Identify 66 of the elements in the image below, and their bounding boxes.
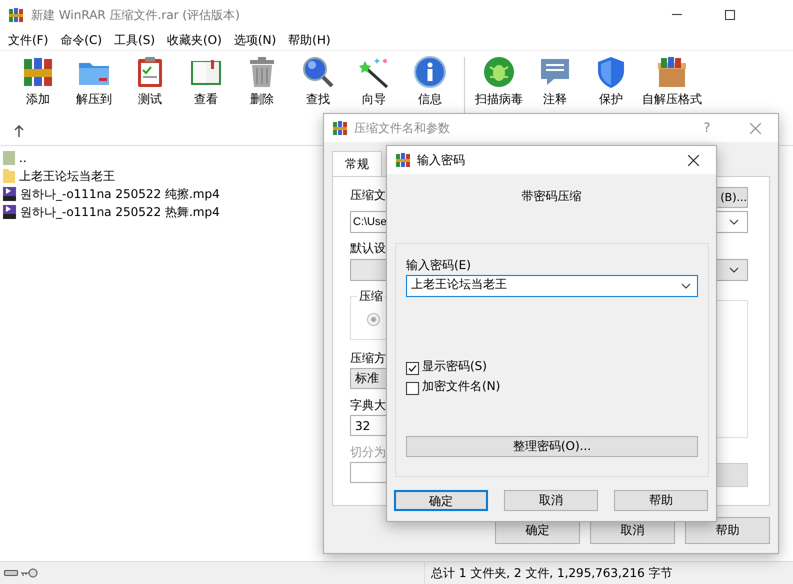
close-icon bbox=[750, 122, 760, 134]
help-button[interactable]: ? bbox=[688, 120, 726, 136]
dialog-title: 压缩文件名和参数 bbox=[354, 120, 451, 136]
menu-item[interactable]: 收藏夹(O) bbox=[161, 32, 228, 48]
tab[interactable]: 常规 bbox=[332, 151, 382, 176]
toolbar-button[interactable]: 查看 bbox=[178, 51, 234, 108]
folder-up-icon bbox=[2, 150, 16, 166]
app-logo-icon bbox=[332, 120, 348, 136]
bug-icon bbox=[482, 55, 516, 89]
minimize-icon bbox=[672, 14, 682, 16]
menu-item[interactable]: 文件(F) bbox=[2, 32, 54, 48]
dialog-button[interactable]: 取消 bbox=[504, 490, 598, 511]
radio-button[interactable] bbox=[367, 313, 380, 326]
checkbox[interactable] bbox=[406, 362, 419, 374]
toolbar-button[interactable]: 信息 bbox=[402, 51, 458, 108]
checkbox[interactable] bbox=[406, 382, 419, 394]
search-icon bbox=[301, 55, 335, 89]
dialog-heading: 带密码压缩 bbox=[522, 188, 582, 205]
field-label: 字典大 bbox=[350, 397, 386, 413]
info-icon bbox=[413, 55, 447, 89]
field-label: 输入密码(E) bbox=[406, 257, 471, 273]
file-name[interactable]: 원하나_-o111na 250522 热舞.mp4 bbox=[20, 204, 220, 220]
dialog-title: 输入密码 bbox=[417, 152, 466, 168]
checkbox-label: 显示密码(S) bbox=[422, 358, 487, 374]
toolbar-button[interactable]: 扫描病毒 bbox=[471, 51, 527, 108]
toolbar-button[interactable]: 向导 bbox=[346, 51, 402, 108]
toolbar-button[interactable]: 查找 bbox=[290, 51, 346, 108]
folder-icon bbox=[2, 168, 16, 184]
toolbar-button[interactable]: 添加 bbox=[10, 51, 66, 108]
status-summary: 总计 1 文件夹, 2 文件, 1,295,763,216 字节 bbox=[430, 564, 673, 582]
toolbar-button[interactable]: 保护 bbox=[583, 51, 639, 108]
toolbar-button[interactable]: 注释 bbox=[527, 51, 583, 108]
app-logo-icon bbox=[395, 152, 411, 168]
file-name[interactable]: 원하나_-o111na 250522 纯擦.mp4 bbox=[20, 186, 220, 202]
menu-item[interactable]: 选项(N) bbox=[228, 32, 282, 48]
menu-item[interactable]: 工具(S) bbox=[108, 32, 161, 48]
file-name[interactable]: .. bbox=[19, 151, 27, 165]
dialog-button[interactable]: 帮助 bbox=[685, 517, 770, 544]
field-label: 压缩文 bbox=[350, 187, 386, 203]
up-arrow-icon[interactable] bbox=[14, 125, 24, 137]
password-combobox[interactable]: 上老王论坛当老王 bbox=[406, 275, 698, 297]
menu-item[interactable]: 帮助(H) bbox=[282, 32, 337, 48]
caret-icon bbox=[729, 267, 739, 273]
window-title: 新建 WinRAR 压缩文件.rar (评估版本) bbox=[31, 6, 241, 24]
close-icon bbox=[688, 154, 698, 166]
dialog-button[interactable]: 帮助 bbox=[614, 490, 708, 511]
app-logo-icon bbox=[8, 7, 24, 23]
checkbox-label: 加密文件名(N) bbox=[422, 378, 500, 394]
key-icon[interactable] bbox=[20, 568, 38, 578]
field-label: 压缩方 bbox=[350, 350, 386, 366]
caret-icon bbox=[729, 219, 739, 225]
field-label: 默认设 bbox=[350, 240, 386, 256]
maximize-icon bbox=[725, 10, 735, 20]
dialog-button[interactable]: 确定 bbox=[394, 490, 488, 511]
toolbar-button[interactable]: 解压到 bbox=[66, 51, 122, 108]
package-icon bbox=[655, 55, 689, 89]
menu-item[interactable]: 命令(C) bbox=[54, 32, 108, 48]
field-label: 切分为 bbox=[350, 444, 386, 460]
toolbar-button[interactable]: 测试 bbox=[122, 51, 178, 108]
books-icon bbox=[21, 55, 55, 89]
toolbar-button[interactable]: 自解压格式 bbox=[639, 51, 705, 108]
file-name[interactable]: 上老王论坛当老王 bbox=[19, 168, 115, 184]
caret-icon bbox=[681, 283, 691, 289]
organize-passwords-button[interactable]: 整理密码(O)... bbox=[406, 436, 698, 457]
drive-icon bbox=[4, 569, 18, 577]
toolbar-button[interactable]: 删除 bbox=[234, 51, 290, 108]
